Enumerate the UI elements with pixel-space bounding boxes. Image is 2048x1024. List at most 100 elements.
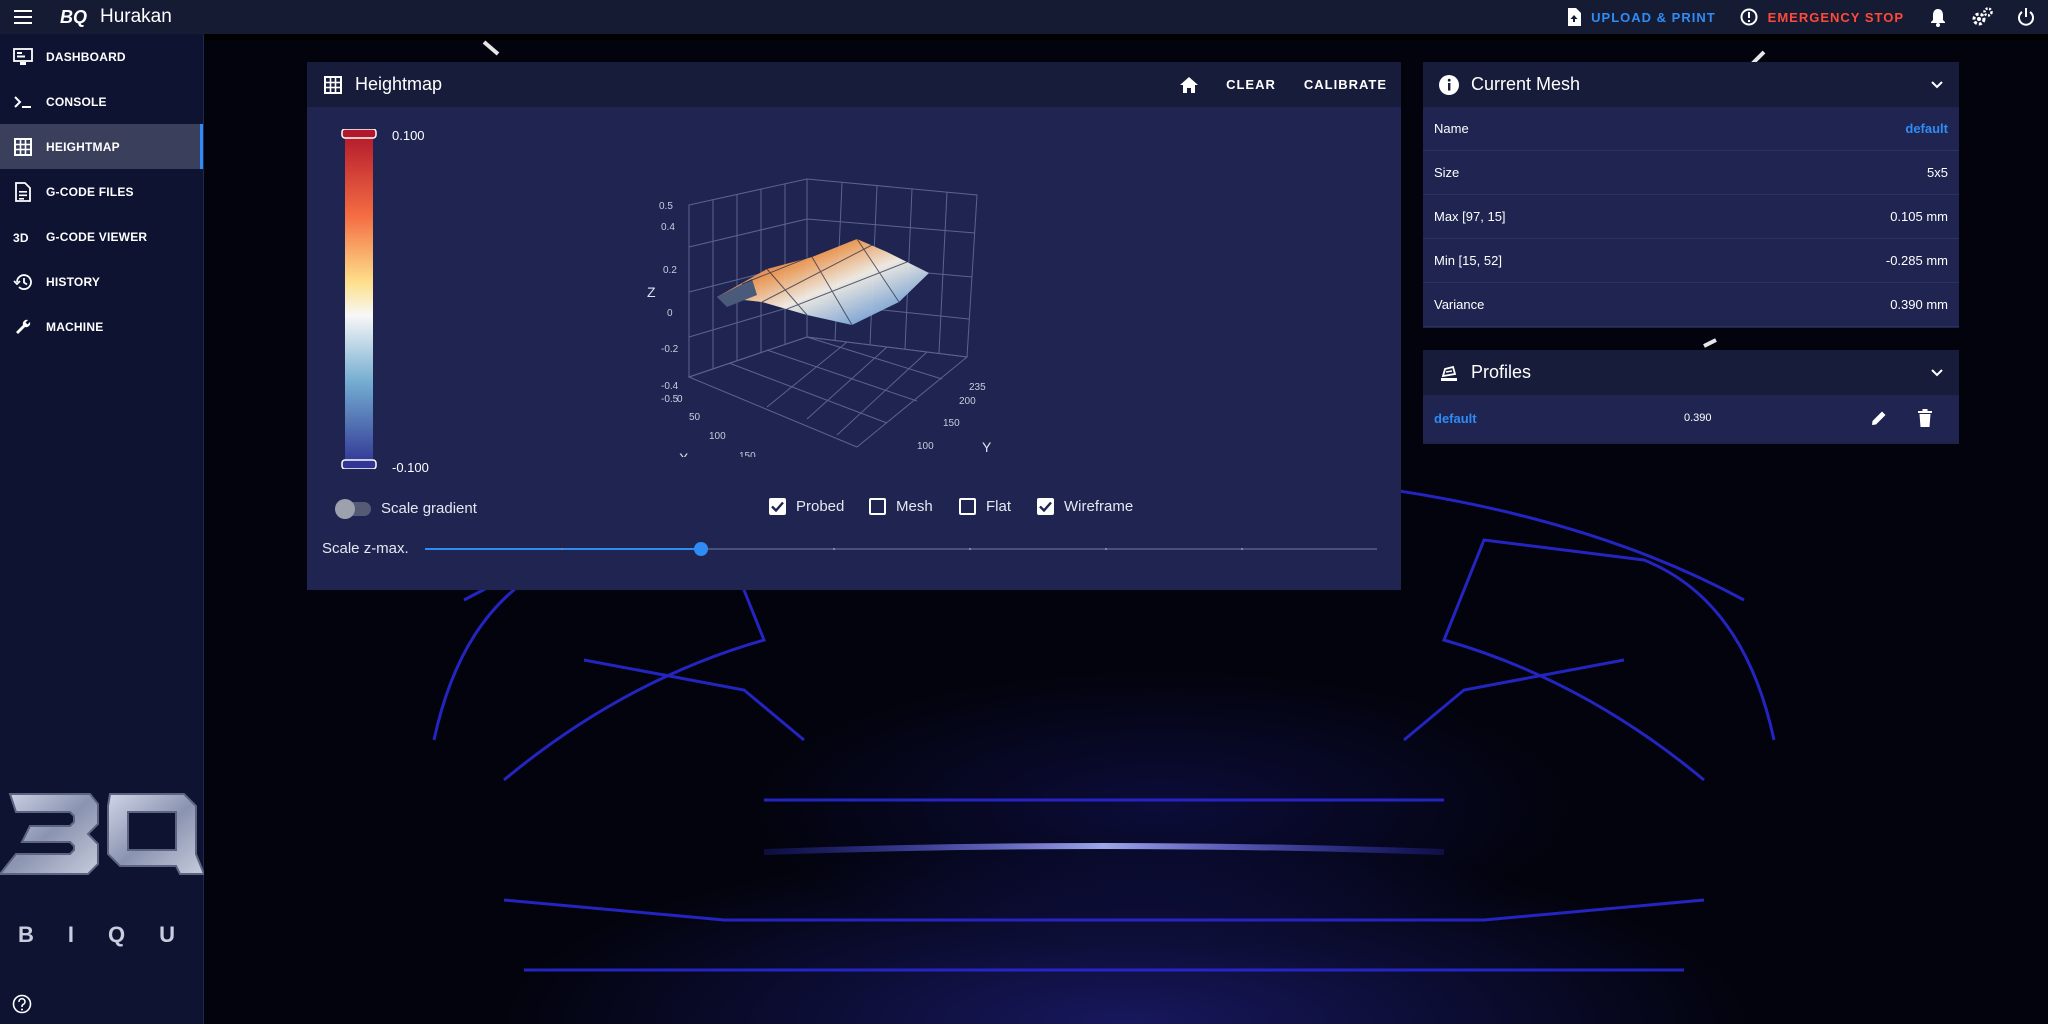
slider-tick — [561, 548, 563, 550]
slider-tick — [969, 548, 971, 550]
slider-fill — [425, 548, 702, 550]
console-prompt-icon — [13, 92, 33, 112]
heightmap-3d-plot[interactable]: 0.5 0.4 0.2 0 -0.2 -0.4 -0.5 0 50 100 15… — [637, 157, 1017, 492]
flat-label: Flat — [986, 498, 1012, 515]
current-mesh-table: Name default Size 5x5 Max [97, 15] 0.105 mm Mi… — [1423, 107, 1959, 327]
sidebar-item-g-code-files[interactable]: G-CODE FILES — [0, 169, 203, 214]
wireframe-checkbox[interactable]: Wireframe — [1037, 498, 1133, 515]
x-tick-1: 50 — [689, 412, 701, 423]
sidebar-item-history[interactable]: HISTORY — [0, 259, 203, 304]
upload-print-button[interactable]: UPLOAD & PRINT — [1555, 0, 1728, 34]
mesh-info-value: -0.285 mm — [1885, 253, 1948, 268]
current-mesh-header[interactable]: Current Mesh — [1423, 62, 1959, 107]
heightmap-body: 0.100 -0.100 0.5 0.4 0.2 0 -0.2 -0.4 -0.… — [307, 107, 1401, 590]
power-icon[interactable] — [2004, 0, 2048, 34]
profile-row[interactable]: default 0.390 — [1423, 395, 1959, 441]
checkbox-checked-icon — [1037, 498, 1054, 515]
heightmap-panel-header: Heightmap CLEAR CALIBRATE — [307, 62, 1401, 107]
wrench-icon — [13, 317, 33, 337]
sidebar-item-g-code-viewer[interactable]: 3D G-CODE VIEWER — [0, 214, 203, 259]
legend-min-handle[interactable] — [341, 459, 377, 470]
legend-min-value: -0.100 — [392, 460, 429, 475]
settings-cogs-icon[interactable] — [1960, 0, 2004, 34]
trash-delete-icon[interactable] — [1902, 409, 1948, 427]
sidebar-item-console[interactable]: CONSOLE — [0, 79, 203, 124]
mesh-info-row: Min [15, 52] -0.285 mm — [1423, 239, 1959, 283]
profile-name-link[interactable]: default — [1434, 411, 1684, 426]
pencil-edit-icon[interactable] — [1856, 409, 1902, 427]
mesh-checkbox[interactable]: Mesh — [869, 498, 933, 515]
slider-thumb[interactable] — [694, 542, 709, 556]
mesh-info-key: Name — [1434, 121, 1469, 136]
y-tick-3: 100 — [917, 441, 934, 452]
heightmap-title: Heightmap — [355, 74, 443, 94]
z-tick-1: 0.4 — [661, 222, 675, 233]
heightmap-panel: Heightmap CLEAR CALIBRATE 0.100 -0.100 0… — [307, 62, 1401, 590]
sidebar-item-heightmap[interactable]: HEIGHTMAP — [0, 124, 203, 169]
x-axis-label: X — [679, 450, 689, 457]
z-tick-4: -0.2 — [661, 344, 679, 355]
mesh-info-row: Max [97, 15] 0.105 mm — [1423, 195, 1959, 239]
alert-circle-icon — [1740, 8, 1758, 26]
emergency-stop-label: EMERGENCY STOP — [1767, 9, 1904, 25]
mesh-info-key: Size — [1434, 165, 1460, 180]
mesh-info-row: Size 5x5 — [1423, 151, 1959, 195]
flat-checkbox[interactable]: Flat — [959, 498, 1011, 515]
top-app-bar: BQ Hurakan UPLOAD & PRINT EMERGENCY STOP — [0, 0, 2048, 34]
sidebar-item-dashboard[interactable]: DASHBOARD — [0, 34, 203, 79]
monitor-dashboard-icon — [13, 47, 33, 67]
bq-logo-icon: BQ — [60, 5, 90, 29]
mesh-info-value: 0.390 mm — [1890, 297, 1948, 312]
emergency-stop-button[interactable]: EMERGENCY STOP — [1728, 0, 1916, 34]
chevron-down-icon[interactable] — [1915, 80, 1959, 89]
mesh-name-link[interactable]: default — [1905, 121, 1948, 136]
y-axis-label: Y — [982, 439, 992, 455]
current-mesh-title: Current Mesh — [1471, 74, 1581, 94]
y-tick-2: 150 — [943, 418, 960, 429]
wireframe-label: Wireframe — [1064, 498, 1134, 515]
scale-zmax-label: Scale z-max. — [322, 540, 409, 557]
profiles-header[interactable]: Profiles — [1423, 350, 1959, 395]
gradient-legend — [341, 128, 377, 470]
slider-tick — [1105, 548, 1107, 550]
layers-stack-icon — [1439, 363, 1459, 383]
mesh-label: Mesh — [896, 498, 933, 515]
toggle-knob — [335, 498, 355, 519]
z-tick-3: 0 — [667, 308, 673, 319]
y-tick-0: 235 — [969, 382, 986, 393]
profiles-title: Profiles — [1471, 362, 1532, 382]
z-tick-0: 0.5 — [659, 201, 673, 212]
history-icon — [13, 272, 33, 292]
mesh-info-row: Name default — [1423, 107, 1959, 151]
calibrate-button[interactable]: CALIBRATE — [1290, 77, 1401, 92]
mesh-info-key: Max [97, 15] — [1434, 209, 1506, 224]
svg-text:BIQU: BIQU — [18, 922, 204, 947]
sidebar-item-label: HEIGHTMAP — [46, 139, 120, 154]
x-tick-3: 150 — [739, 451, 756, 457]
mesh-info-key: Variance — [1434, 297, 1485, 312]
mesh-info-row: Variance 0.390 mm — [1423, 283, 1959, 327]
clear-button[interactable]: CLEAR — [1212, 77, 1290, 92]
biqu-brand-logo: BIQU — [0, 754, 206, 959]
z-tick-2: 0.2 — [663, 265, 677, 276]
sidebar-item-label: G-CODE VIEWER — [46, 229, 148, 244]
file-document-icon — [13, 181, 33, 202]
upload-print-label: UPLOAD & PRINT — [1591, 9, 1716, 25]
scale-gradient-toggle[interactable]: Scale gradient — [335, 498, 477, 519]
checkbox-checked-icon — [769, 498, 786, 515]
scale-zmax-slider[interactable] — [425, 542, 1377, 556]
z-axis-label: Z — [647, 284, 656, 300]
help-circle-icon[interactable] — [12, 994, 32, 1014]
hamburger-menu-icon[interactable] — [0, 0, 46, 34]
sidebar-item-machine[interactable]: MACHINE — [0, 304, 203, 349]
chevron-down-icon[interactable] — [1915, 368, 1959, 377]
sidebar-item-label: MACHINE — [46, 319, 104, 334]
home-icon[interactable] — [1166, 76, 1212, 93]
notifications-bell-icon[interactable] — [1916, 0, 1960, 34]
sidebar-item-label: G-CODE FILES — [46, 184, 134, 199]
x-tick-2: 100 — [709, 431, 726, 442]
probed-checkbox[interactable]: Probed — [769, 498, 844, 515]
grid-icon — [323, 75, 343, 95]
file-upload-icon — [1567, 8, 1582, 26]
legend-max-handle[interactable] — [341, 128, 377, 139]
